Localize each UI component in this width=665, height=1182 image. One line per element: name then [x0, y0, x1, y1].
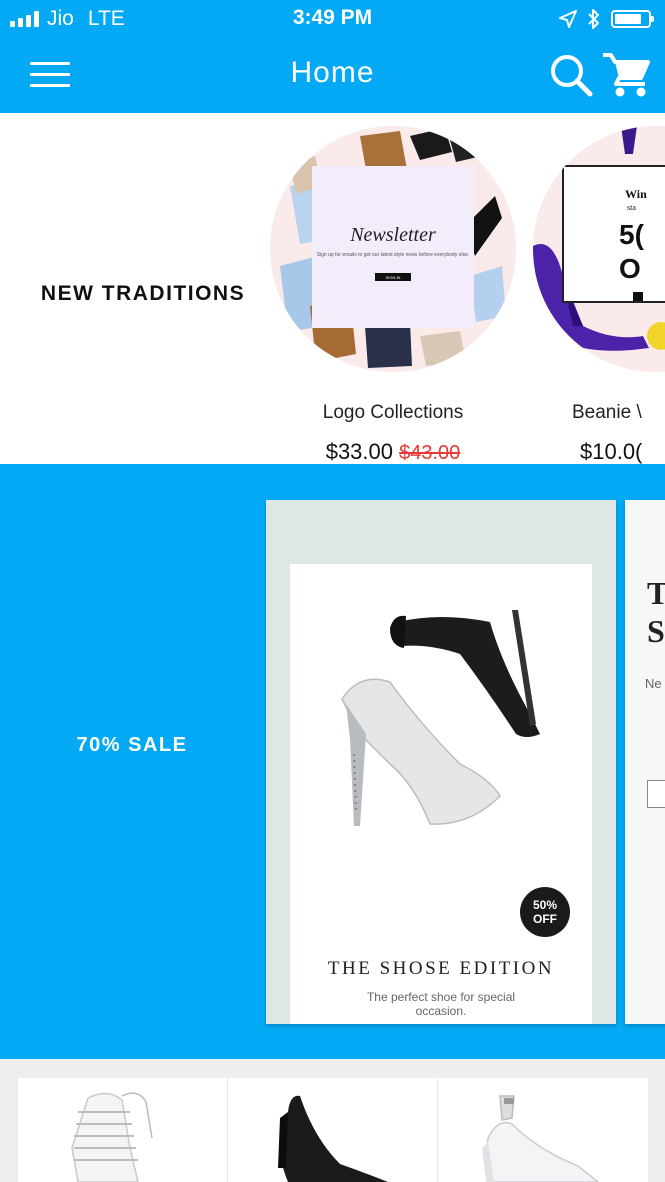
product-grid-section	[0, 1059, 665, 1182]
grid-item-white-lace-heel[interactable]	[18, 1078, 228, 1182]
location-arrow-icon	[559, 10, 577, 28]
current-price: $10.0(	[580, 439, 643, 464]
product-price: $10.0(	[580, 439, 665, 464]
promo-line1: Win	[625, 187, 647, 201]
battery-icon	[611, 10, 654, 28]
status-bar: Jio LTE 3:49 PM	[0, 0, 665, 38]
bluetooth-icon	[588, 9, 599, 29]
discount-badge: 50% OFF	[520, 887, 570, 937]
banner-headline: T S	[647, 574, 665, 650]
white-slingback-image	[482, 1095, 600, 1182]
headline-line2: S	[647, 613, 665, 649]
newsletter-title: Newsletter	[349, 224, 436, 246]
product-grid	[18, 1078, 648, 1182]
product-price: $33.00 $43.00	[270, 439, 516, 464]
current-price: $33.00	[325, 439, 393, 464]
white-lace-heel-image	[71, 1092, 153, 1182]
black-pump-image	[278, 1095, 388, 1182]
product-name: Logo Collections	[322, 402, 464, 423]
promo-big2: O	[619, 253, 641, 284]
nav-bar: Home	[0, 38, 665, 113]
grid-item-black-pump[interactable]	[228, 1078, 438, 1182]
newsletter-text: Sign up for emails to get our latest sty…	[317, 252, 470, 258]
banner-headline: THE SHOSE EDITION	[327, 958, 555, 979]
old-price: $43.00	[399, 442, 461, 464]
product-image: Win sta 5( O	[533, 126, 665, 372]
banner-subtext: The perfect shoe for special occasion.	[366, 990, 516, 1018]
new-traditions-section: NEW TRADITIONS Newsletter Sign up for em…	[0, 113, 665, 464]
badge-off: OFF	[533, 912, 557, 926]
banner-text: Ne	[645, 676, 662, 691]
search-icon[interactable]	[548, 52, 594, 98]
status-icons	[559, 8, 654, 30]
section-title: NEW TRADITIONS	[40, 282, 246, 305]
promo-line2: sta	[627, 203, 636, 212]
banner-second[interactable]: T S Ne	[625, 500, 665, 1024]
banner-card	[290, 564, 592, 1024]
shoes-image	[341, 610, 540, 826]
banner-shoe-edition[interactable]: 50% OFF THE SHOSE EDITION The perfect sh…	[266, 500, 616, 1024]
grid-item-white-slingback[interactable]	[438, 1078, 648, 1182]
product-card-beanie[interactable]: Win sta 5( O Beanie \ $10.0(	[533, 126, 665, 464]
newsletter-button: SIGN IN	[386, 275, 401, 280]
product-image: Newsletter Sign up for emails to get our…	[270, 126, 516, 372]
badge-percent: 50%	[532, 898, 558, 912]
headline-line1: T	[647, 575, 665, 611]
product-card-logo-collections[interactable]: Newsletter Sign up for emails to get our…	[270, 126, 518, 464]
promo-big1: 5(	[619, 219, 645, 250]
newsletter-collage-image: Newsletter Sign up for emails to get our…	[270, 126, 516, 372]
section-title: 70% SALE	[76, 734, 188, 756]
purple-heel-image: Win sta 5( O	[533, 126, 665, 372]
app-header: Jio LTE 3:49 PM Home	[0, 0, 665, 113]
cart-icon[interactable]	[601, 50, 651, 100]
sale-section: 70% SALE 50% OFF THE SHOSE EDITION The p…	[0, 464, 665, 1059]
banner-input-box	[647, 780, 665, 808]
product-name: Beanie \	[572, 402, 642, 423]
